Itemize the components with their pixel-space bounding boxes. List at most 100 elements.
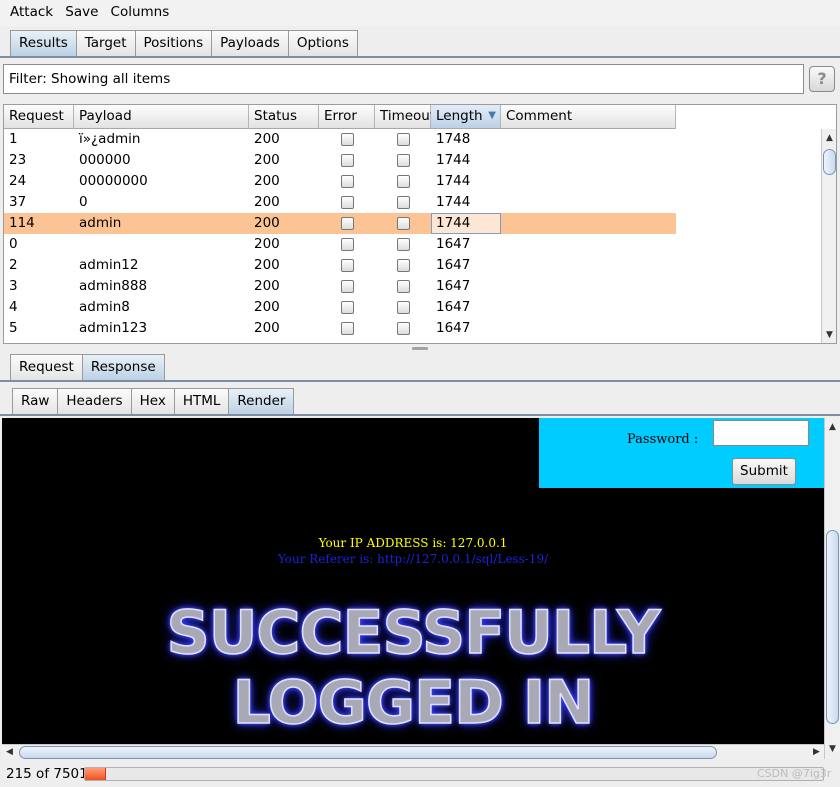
checkbox[interactable]	[340, 133, 354, 146]
arrow-left-icon[interactable]: ◀	[2, 745, 17, 760]
checkbox[interactable]	[396, 217, 410, 230]
checkbox[interactable]	[396, 133, 410, 146]
table-row[interactable]: 114 admin 200 1744	[4, 213, 676, 234]
checkbox[interactable]	[396, 301, 410, 314]
checkbox[interactable]	[340, 238, 354, 251]
column-timeout[interactable]: Timeout	[375, 105, 435, 129]
checkbox[interactable]	[396, 175, 410, 188]
arrow-down-icon[interactable]: ▼	[825, 742, 840, 757]
column-payload[interactable]: Payload	[74, 105, 249, 129]
render-vertical-scrollbar[interactable]: ▲ ▼	[824, 418, 840, 759]
checkbox[interactable]	[396, 238, 410, 251]
submit-button[interactable]: Submit	[732, 458, 796, 485]
render-horizontal-scrollbar[interactable]: ◀ ▶	[2, 744, 824, 759]
success-banner-line1: SUCCESSFULLY	[166, 597, 662, 669]
menu-save[interactable]: Save	[61, 0, 102, 20]
results-table-body: 1 ï»¿admin 200 1748 23 000000 200 1744 24 0000000…	[4, 129, 676, 339]
table-row[interactable]: 5 admin123 200 1647	[4, 318, 676, 339]
checkbox[interactable]	[396, 259, 410, 272]
arrow-down-icon[interactable]: ▼	[822, 328, 836, 343]
cell-request: 3	[9, 278, 18, 294]
attack-progress-bar	[84, 767, 824, 781]
checkbox[interactable]	[340, 217, 354, 230]
cell-payload: admin8	[79, 299, 130, 315]
tab-html[interactable]: HTML	[173, 388, 230, 414]
arrow-right-icon[interactable]: ▶	[809, 745, 824, 760]
tab-hex[interactable]: Hex	[130, 388, 175, 414]
cell-error-checkbox	[319, 171, 375, 192]
splitter-grip-icon[interactable]	[412, 347, 428, 350]
column-comment[interactable]: Comment	[501, 105, 676, 129]
column-request[interactable]: Request	[4, 105, 74, 129]
checkbox[interactable]	[340, 259, 354, 272]
checkbox[interactable]	[340, 154, 354, 167]
cell-status: 200	[254, 173, 280, 189]
table-row[interactable]: 24 00000000 200 1744	[4, 171, 676, 192]
checkbox[interactable]	[340, 196, 354, 209]
menu-attack[interactable]: Attack	[6, 0, 57, 20]
cell-timeout-checkbox	[375, 192, 431, 213]
cell-timeout-checkbox	[375, 234, 431, 255]
help-button[interactable]: ?	[809, 66, 835, 92]
cell-payload: admin	[79, 215, 122, 231]
results-table-header: Request Payload Status Error Timeout Len…	[4, 105, 676, 129]
referer-text: Your Referer is: http://127.0.0.1/sql/Le…	[277, 552, 549, 566]
cell-status: 200	[254, 257, 280, 273]
cell-status: 200	[254, 152, 280, 168]
cell-error-checkbox	[319, 297, 375, 318]
tab-request[interactable]: Request	[10, 354, 83, 380]
checkbox[interactable]	[340, 280, 354, 293]
checkbox[interactable]	[396, 322, 410, 335]
cell-request: 37	[9, 194, 27, 210]
cell-timeout-checkbox	[375, 276, 431, 297]
menu-bar: Attack Save Columns	[0, 0, 840, 26]
arrow-up-icon[interactable]: ▲	[822, 131, 836, 146]
table-row[interactable]: 3 admin888 200 1647	[4, 276, 676, 297]
cell-error-checkbox	[319, 276, 375, 297]
cell-error-checkbox	[319, 150, 375, 171]
cell-payload: 000000	[79, 152, 131, 168]
column-length[interactable]: Length ▼	[431, 105, 501, 129]
tab-render[interactable]: Render	[228, 388, 295, 414]
tab-positions[interactable]: Positions	[134, 30, 213, 56]
cell-length: 1647	[436, 320, 471, 336]
table-row[interactable]: 1 ï»¿admin 200 1748	[4, 129, 676, 150]
render-view: Password : Submit Your IP ADDRESS is: 12…	[2, 418, 824, 744]
table-row[interactable]: 23 000000 200 1744	[4, 150, 676, 171]
tab-raw[interactable]: Raw	[12, 388, 59, 414]
tab-response[interactable]: Response	[81, 354, 165, 380]
column-status[interactable]: Status	[249, 105, 319, 129]
cell-status: 200	[254, 215, 280, 231]
column-error[interactable]: Error	[319, 105, 375, 129]
tab-options[interactable]: Options	[287, 30, 358, 56]
tab-headers[interactable]: Headers	[57, 388, 132, 414]
tab-target[interactable]: Target	[75, 30, 136, 56]
checkbox[interactable]	[396, 154, 410, 167]
cell-length: 1744	[436, 152, 471, 168]
cell-length: 1647	[436, 236, 471, 252]
checkbox[interactable]	[396, 196, 410, 209]
ip-address-text: Your IP ADDRESS is: 127.0.0.1	[318, 536, 508, 550]
table-row[interactable]: 37 0 200 1744	[4, 192, 676, 213]
table-row[interactable]: 4 admin8 200 1647	[4, 297, 676, 318]
password-input[interactable]	[713, 420, 809, 446]
checkbox[interactable]	[340, 322, 354, 335]
request-count: 215 of 7501	[6, 766, 88, 782]
render-horizontal-thumb[interactable]	[19, 746, 717, 759]
tab-results[interactable]: Results	[10, 30, 77, 56]
cell-payload: admin123	[79, 320, 148, 336]
table-row[interactable]: 2 admin12 200 1647	[4, 255, 676, 276]
checkbox[interactable]	[396, 280, 410, 293]
cell-error-checkbox	[319, 255, 375, 276]
checkbox[interactable]	[340, 301, 354, 314]
cell-length: 1744	[431, 213, 501, 234]
arrow-up-icon[interactable]: ▲	[825, 420, 840, 435]
filter-bar[interactable]: Filter: Showing all items	[3, 64, 804, 94]
results-scroll-thumb[interactable]	[823, 149, 836, 175]
tab-payloads[interactable]: Payloads	[211, 30, 289, 56]
table-row[interactable]: 0 200 1647	[4, 234, 676, 255]
checkbox[interactable]	[340, 175, 354, 188]
render-scroll-thumb[interactable]	[826, 530, 839, 724]
results-vertical-scrollbar[interactable]: ▲ ▼	[821, 129, 836, 343]
menu-columns[interactable]: Columns	[107, 0, 174, 20]
